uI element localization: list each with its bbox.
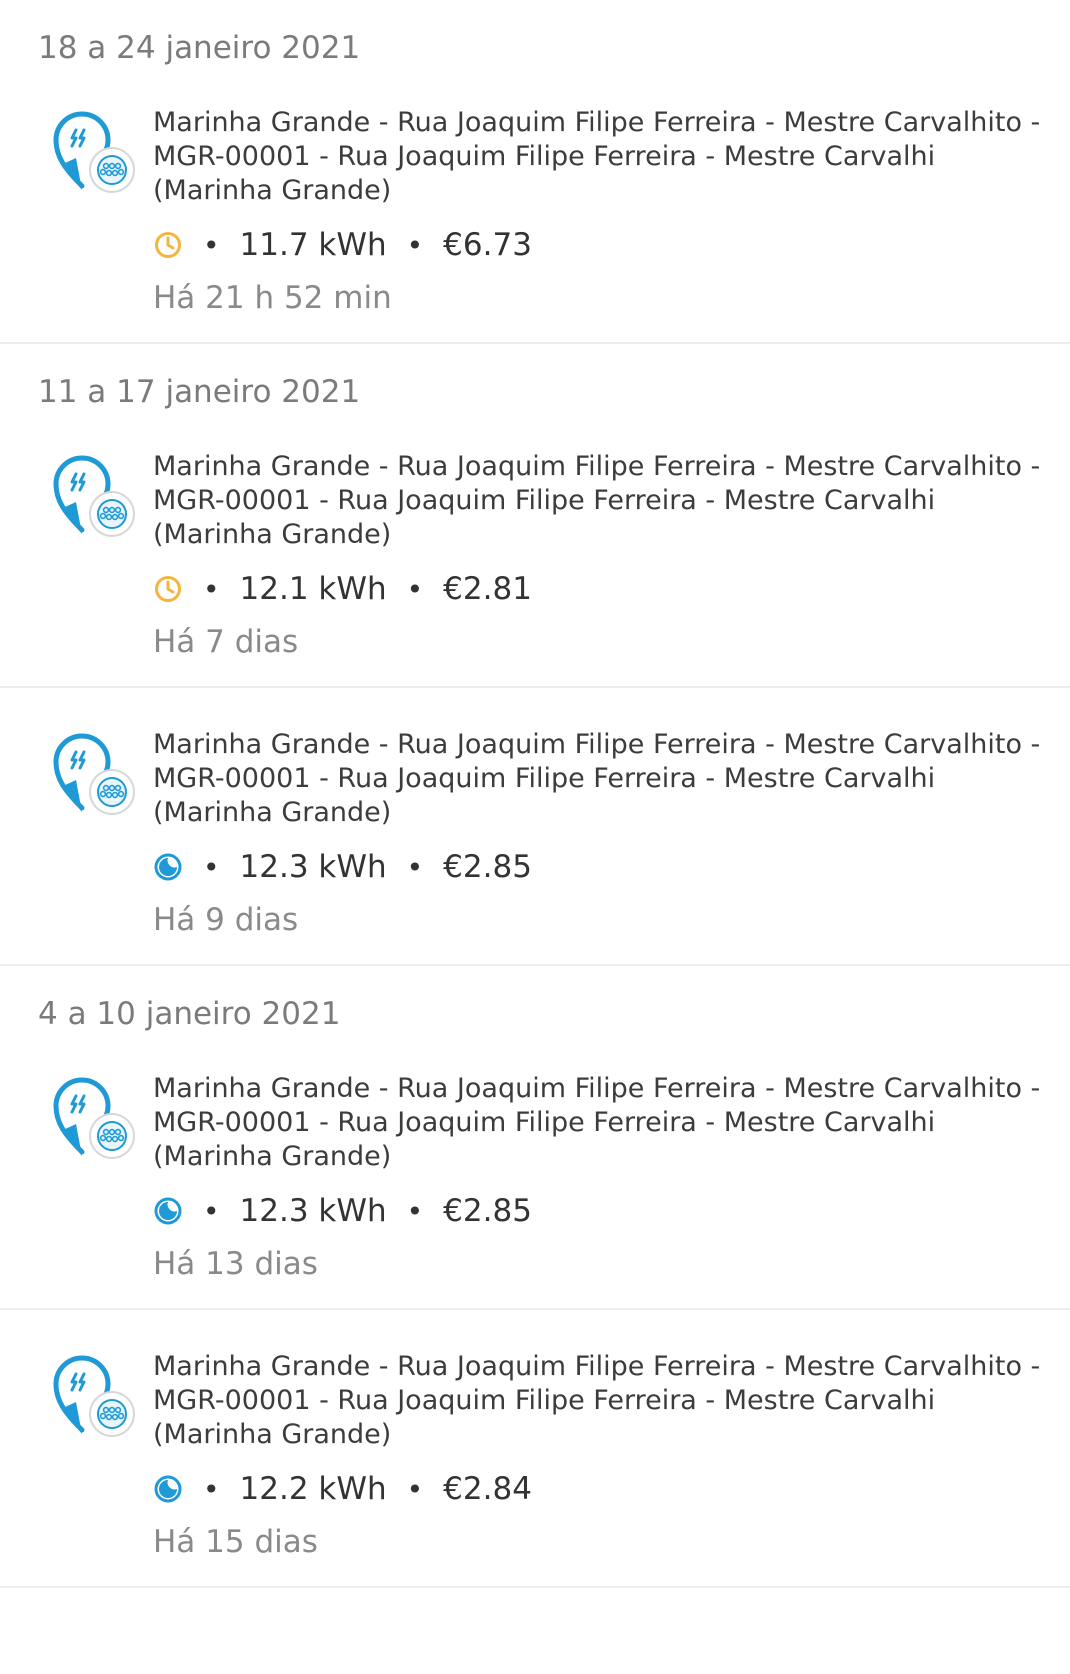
session-meta: • 12.3 kWh • €2.85 — [153, 846, 1070, 888]
charging-session-item[interactable]: Marinha Grande - Rua Joaquim Filipe Ferr… — [0, 1308, 1070, 1586]
station-location: Marinha Grande - Rua Joaquim Filipe Ferr… — [153, 1072, 1041, 1174]
station-location: Marinha Grande - Rua Joaquim Filipe Ferr… — [153, 450, 1041, 552]
relative-time: Há 7 dias — [153, 624, 299, 660]
relative-time: Há 9 dias — [153, 902, 299, 938]
location-line-1: Marinha Grande - Rua Joaquim Filipe Ferr… — [153, 451, 1041, 482]
separator-dot: • — [203, 228, 220, 262]
relative-time: Há 13 dias — [153, 1246, 318, 1282]
charging-session-item[interactable]: Marinha Grande - Rua Joaquim Filipe Ferr… — [0, 96, 1070, 342]
location-line-2: MGR-00001 - Rua Joaquim Filipe Ferreira … — [153, 1385, 936, 1416]
energy-value: 12.3 kWh — [239, 849, 387, 885]
moon-icon — [153, 852, 183, 882]
price-value: €2.81 — [443, 571, 532, 607]
energy-value: 12.1 kWh — [239, 571, 387, 607]
energy-value: 12.3 kWh — [239, 1193, 387, 1229]
separator-dot: • — [406, 572, 424, 606]
location-line-3: (Marinha Grande) — [153, 1419, 392, 1450]
session-meta: • 11.7 kWh • €6.73 — [153, 224, 1070, 266]
separator-dot: • — [203, 1194, 220, 1228]
week-group: 18 a 24 janeiro 2021 Marinha Grande - Ru… — [0, 0, 1070, 344]
separator-dot: • — [203, 850, 220, 884]
price-value: €2.84 — [443, 1471, 532, 1507]
location-line-3: (Marinha Grande) — [153, 797, 392, 828]
location-line-2: MGR-00001 - Rua Joaquim Filipe Ferreira … — [153, 141, 936, 172]
location-line-3: (Marinha Grande) — [153, 175, 392, 206]
charging-session-item[interactable]: Marinha Grande - Rua Joaquim Filipe Ferr… — [0, 686, 1070, 964]
price-value: €2.85 — [443, 1193, 532, 1229]
charging-session-item[interactable]: Marinha Grande - Rua Joaquim Filipe Ferr… — [0, 440, 1070, 686]
location-line-1: Marinha Grande - Rua Joaquim Filipe Ferr… — [153, 107, 1041, 138]
location-line-3: (Marinha Grande) — [153, 519, 392, 550]
session-meta: • 12.1 kWh • €2.81 — [153, 568, 1070, 610]
price-value: €6.73 — [443, 227, 532, 263]
location-line-1: Marinha Grande - Rua Joaquim Filipe Ferr… — [153, 1073, 1041, 1104]
session-meta: • 12.2 kWh • €2.84 — [153, 1468, 1070, 1510]
location-line-2: MGR-00001 - Rua Joaquim Filipe Ferreira … — [153, 485, 936, 516]
separator-dot: • — [406, 1194, 424, 1228]
clock-icon — [153, 574, 183, 604]
week-group-header: 11 a 17 janeiro 2021 — [38, 374, 361, 410]
week-group: 11 a 17 janeiro 2021 Marinha Grande - Ru… — [0, 344, 1070, 966]
energy-value: 12.2 kWh — [239, 1471, 387, 1507]
separator-dot: • — [406, 850, 424, 884]
charging-station-pin-icon — [53, 111, 135, 193]
charging-station-pin-icon — [53, 1355, 135, 1437]
energy-value: 11.7 kWh — [239, 227, 387, 263]
charging-history-list: 18 a 24 janeiro 2021 Marinha Grande - Ru… — [0, 0, 1070, 1588]
separator-dot: • — [203, 572, 220, 606]
price-value: €2.85 — [443, 849, 532, 885]
charging-station-pin-icon — [53, 455, 135, 537]
charging-station-pin-icon — [53, 1077, 135, 1159]
location-line-2: MGR-00001 - Rua Joaquim Filipe Ferreira … — [153, 1107, 936, 1138]
week-group: 4 a 10 janeiro 2021 Marinha Grande - Rua… — [0, 966, 1070, 1588]
station-location: Marinha Grande - Rua Joaquim Filipe Ferr… — [153, 728, 1041, 830]
station-location: Marinha Grande - Rua Joaquim Filipe Ferr… — [153, 106, 1041, 208]
clock-icon — [153, 230, 183, 260]
separator-dot: • — [406, 228, 424, 262]
moon-icon — [153, 1196, 183, 1226]
week-group-header: 18 a 24 janeiro 2021 — [38, 30, 361, 66]
relative-time: Há 21 h 52 min — [153, 280, 392, 316]
charging-session-item[interactable]: Marinha Grande - Rua Joaquim Filipe Ferr… — [0, 1062, 1070, 1308]
relative-time: Há 15 dias — [153, 1524, 318, 1560]
location-line-2: MGR-00001 - Rua Joaquim Filipe Ferreira … — [153, 763, 936, 794]
station-location: Marinha Grande - Rua Joaquim Filipe Ferr… — [153, 1350, 1041, 1452]
location-line-1: Marinha Grande - Rua Joaquim Filipe Ferr… — [153, 729, 1041, 760]
separator-dot: • — [406, 1472, 424, 1506]
week-group-header: 4 a 10 janeiro 2021 — [38, 996, 341, 1032]
separator-dot: • — [203, 1472, 220, 1506]
session-meta: • 12.3 kWh • €2.85 — [153, 1190, 1070, 1232]
location-line-3: (Marinha Grande) — [153, 1141, 392, 1172]
charging-station-pin-icon — [53, 733, 135, 815]
location-line-1: Marinha Grande - Rua Joaquim Filipe Ferr… — [153, 1351, 1041, 1382]
moon-icon — [153, 1474, 183, 1504]
